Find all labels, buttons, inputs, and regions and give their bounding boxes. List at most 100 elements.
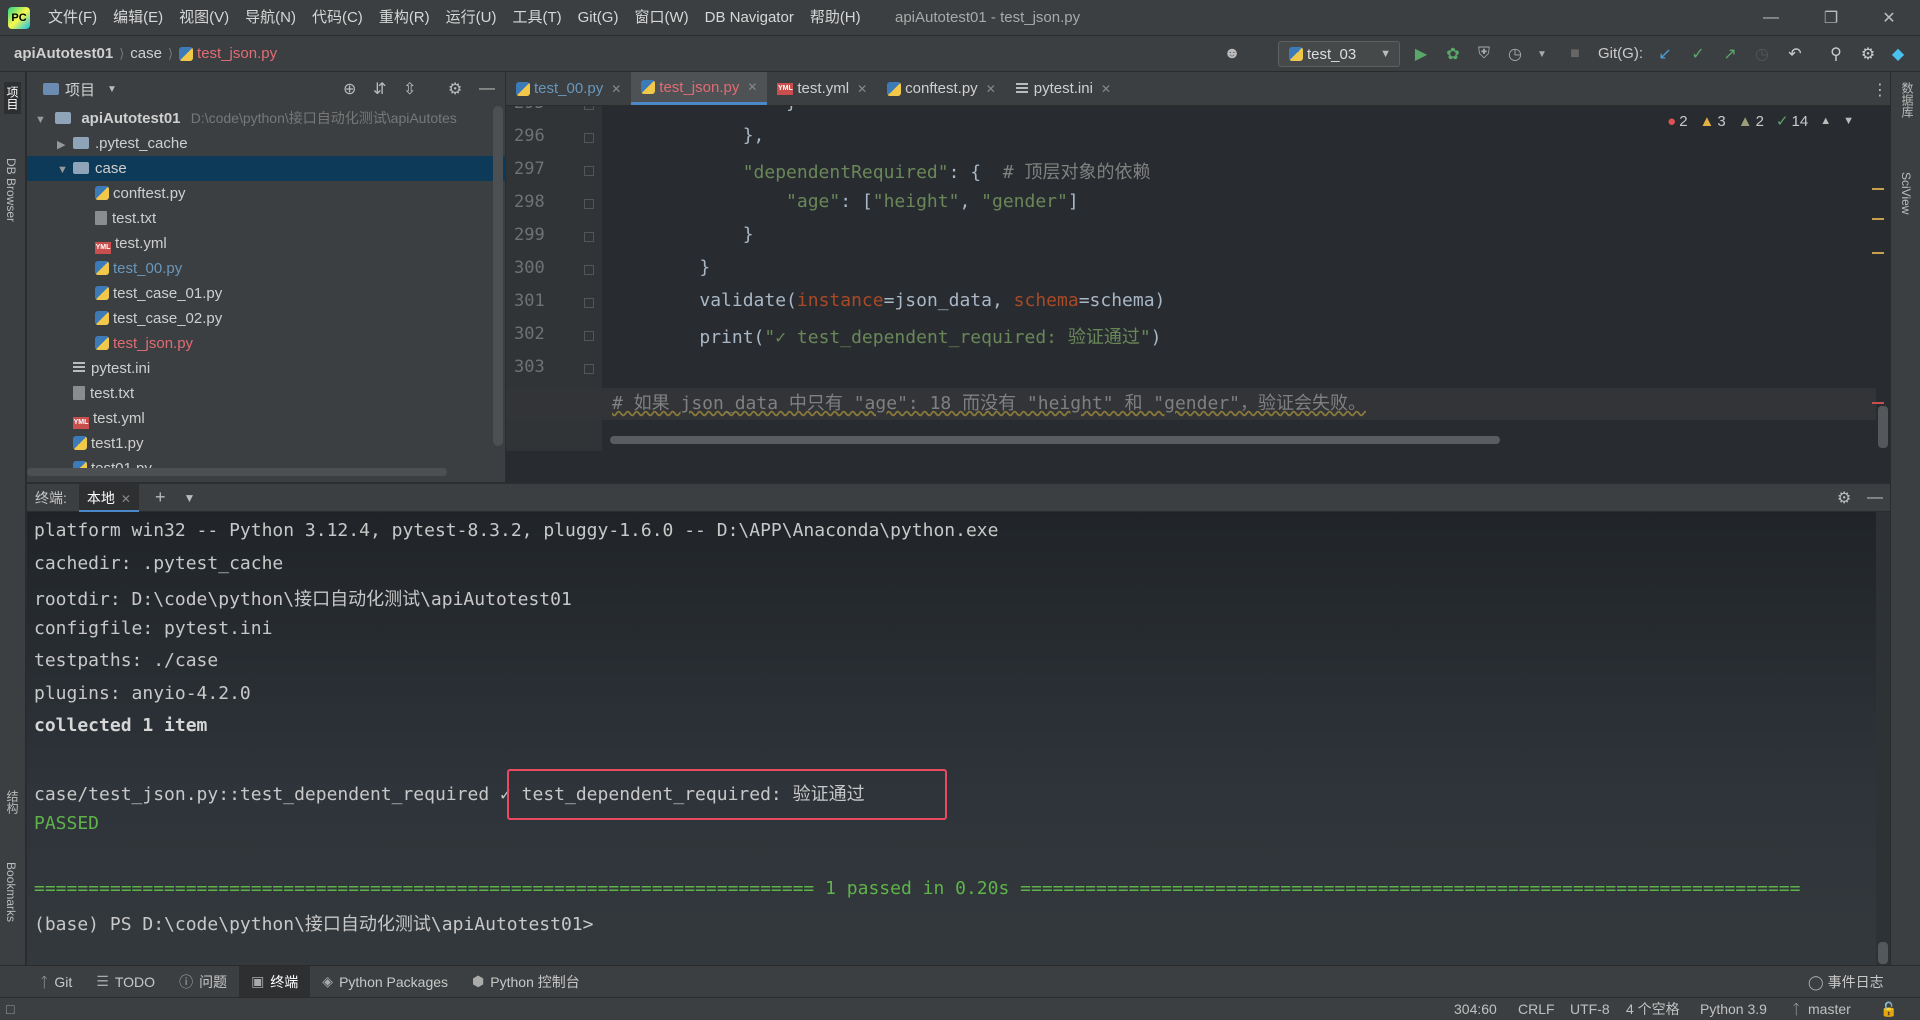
menu-item[interactable]: 工具(T) <box>504 0 569 36</box>
file-encoding[interactable]: UTF-8 <box>1570 998 1610 1020</box>
gear-icon[interactable]: ⚙ <box>1858 44 1878 64</box>
profile-icon[interactable]: ◷ <box>1505 44 1525 64</box>
menu-item[interactable]: 视图(V) <box>171 0 237 36</box>
expand-all-icon[interactable]: ⇵ <box>373 79 386 99</box>
run-icon[interactable]: ▶ <box>1411 44 1431 64</box>
fold-marker[interactable] <box>584 298 594 308</box>
tree-item[interactable]: ▼ case <box>27 156 505 181</box>
close-icon[interactable]: ✕ <box>611 82 621 96</box>
chevron-down-icon[interactable]: ▼ <box>1532 44 1552 64</box>
pycharm-logo-icon[interactable]: PC <box>8 6 30 29</box>
more-options-icon[interactable]: ⋮ <box>1872 80 1888 100</box>
coverage-icon[interactable]: ⛨ <box>1474 44 1494 64</box>
event-log-button[interactable]: ◯ 事件日志 <box>1808 966 1884 998</box>
editor-tab[interactable]: test_00.py ✕ <box>506 72 631 105</box>
menu-item[interactable]: 文件(F) <box>40 0 105 36</box>
menu-item[interactable]: 运行(U) <box>438 0 505 36</box>
tree-item[interactable]: pytest.ini <box>27 356 505 381</box>
git-branch[interactable]: master <box>1808 998 1851 1020</box>
gear-icon[interactable]: ⚙ <box>448 79 462 99</box>
hide-panel-icon[interactable]: — <box>479 80 495 98</box>
menu-item[interactable]: 帮助(H) <box>802 0 869 36</box>
breadcrumb-file[interactable]: test_json.py <box>197 45 277 62</box>
chevron-down-icon[interactable]: ▼ <box>183 491 195 505</box>
tool-window-button[interactable]: ⬢ Python 控制台 <box>460 966 592 998</box>
caret-position[interactable]: 304:60 <box>1454 998 1497 1020</box>
fold-marker[interactable] <box>584 133 594 143</box>
debug-icon[interactable]: ✿ <box>1443 44 1463 64</box>
locate-icon[interactable]: ⊕ <box>343 79 356 99</box>
history-icon[interactable]: ◷ <box>1752 44 1772 64</box>
tree-vertical-scrollbar[interactable] <box>493 106 503 446</box>
lock-icon[interactable]: 🔓 <box>1880 998 1897 1020</box>
fold-marker[interactable] <box>584 331 594 341</box>
project-panel-title[interactable]: 项目 <box>65 79 95 100</box>
chevron-up-icon[interactable]: ▲ <box>1820 115 1831 127</box>
tree-item[interactable]: test_case_02.py <box>27 306 505 331</box>
terminal-output[interactable]: platform win32 -- Python 3.12.4, pytest-… <box>27 512 1890 965</box>
chevron-down-icon[interactable]: ▼ <box>57 158 73 183</box>
search-icon[interactable]: ⚲ <box>1826 44 1846 64</box>
restore-icon[interactable]: ❐ <box>1808 0 1854 36</box>
tool-window-button[interactable]: ◈ Python Packages <box>310 966 460 998</box>
tree-item[interactable]: test_json.py <box>27 331 505 356</box>
layout-icon[interactable]: □ <box>6 998 14 1020</box>
close-icon[interactable]: ✕ <box>747 80 757 94</box>
chevron-right-icon[interactable]: ▶ <box>57 133 73 158</box>
tree-item[interactable]: YML test.yml <box>27 406 505 431</box>
menu-item[interactable]: DB Navigator <box>697 0 802 36</box>
breadcrumb-project[interactable]: apiAutotest01 <box>14 45 113 62</box>
fold-marker[interactable] <box>584 265 594 275</box>
menu-item[interactable]: Git(G) <box>570 0 627 36</box>
menu-item[interactable]: 代码(C) <box>304 0 371 36</box>
editor-horizontal-scrollbar[interactable] <box>610 436 1500 444</box>
tool-bookmarks[interactable]: Bookmarks <box>4 862 18 922</box>
minimize-icon[interactable]: — <box>1748 0 1794 36</box>
menu-item[interactable]: 导航(N) <box>237 0 304 36</box>
git-update-icon[interactable]: ↙ <box>1655 44 1675 64</box>
menu-item[interactable]: 窗口(W) <box>626 0 696 36</box>
editor-tab[interactable]: conftest.py ✕ <box>877 72 1006 105</box>
git-push-icon[interactable]: ↗ <box>1720 44 1740 64</box>
tree-horizontal-scrollbar[interactable] <box>27 468 447 476</box>
fold-marker[interactable] <box>584 232 594 242</box>
undo-icon[interactable]: ↶ <box>1785 44 1805 64</box>
tree-item[interactable]: test_00.py <box>27 256 505 281</box>
toolbox-icon[interactable]: ◆ <box>1888 44 1908 64</box>
inspection-widget[interactable]: ● 2 ▲ 3 ▲ 2 ✓ 14 ▲ ▼ <box>1667 112 1854 131</box>
indent-setting[interactable]: 4 个空格 <box>1626 998 1680 1020</box>
close-icon[interactable]: ✕ <box>121 492 131 506</box>
close-icon[interactable]: ✕ <box>1101 82 1111 96</box>
add-icon[interactable]: + <box>155 487 166 508</box>
terminal-scroll-thumb[interactable] <box>1878 942 1888 964</box>
fold-marker[interactable] <box>584 106 594 110</box>
tree-item[interactable]: ▶ .pytest_cache <box>27 131 505 156</box>
chevron-down-icon[interactable]: ▼ <box>1843 115 1854 127</box>
chevron-down-icon[interactable]: ▼ <box>107 84 117 95</box>
fold-marker[interactable] <box>584 199 594 209</box>
tool-window-button[interactable]: ⓘ 问题 <box>167 966 239 998</box>
terminal-tab-local[interactable]: 本地 ✕ <box>78 483 139 512</box>
collapse-all-icon[interactable]: ⇳ <box>403 79 416 99</box>
tool-window-button[interactable]: ᛏ Git <box>28 966 84 998</box>
editor-tab[interactable]: test_json.py ✕ <box>631 72 768 105</box>
tree-item[interactable]: test.txt <box>27 206 505 231</box>
stop-icon[interactable]: ■ <box>1565 44 1585 64</box>
tree-item[interactable]: conftest.py <box>27 181 505 206</box>
close-icon[interactable]: ✕ <box>986 82 996 96</box>
menu-item[interactable]: 重构(R) <box>371 0 438 36</box>
python-interpreter[interactable]: Python 3.9 <box>1700 998 1767 1020</box>
user-icon[interactable]: ☻ <box>1222 44 1242 64</box>
tool-sciview[interactable]: SciView <box>1899 172 1913 214</box>
tree-root[interactable]: ▼ apiAutotest01 D:\code\python\接口自动化测试\a… <box>27 106 505 131</box>
terminal-scrollbar[interactable] <box>1876 512 1890 965</box>
tool-structure[interactable]: 结构 <box>4 790 21 814</box>
editor-tab[interactable]: YML test.yml ✕ <box>767 72 877 105</box>
tool-project[interactable]: 项目 <box>4 82 21 114</box>
git-commit-icon[interactable]: ✓ <box>1688 44 1708 64</box>
menu-item[interactable]: 编辑(E) <box>105 0 171 36</box>
gear-icon[interactable]: ⚙ <box>1837 488 1851 508</box>
tree-item[interactable]: YML test.yml <box>27 231 505 256</box>
close-icon[interactable]: ✕ <box>1866 0 1912 36</box>
editor-vertical-scrollbar[interactable] <box>1878 406 1888 448</box>
